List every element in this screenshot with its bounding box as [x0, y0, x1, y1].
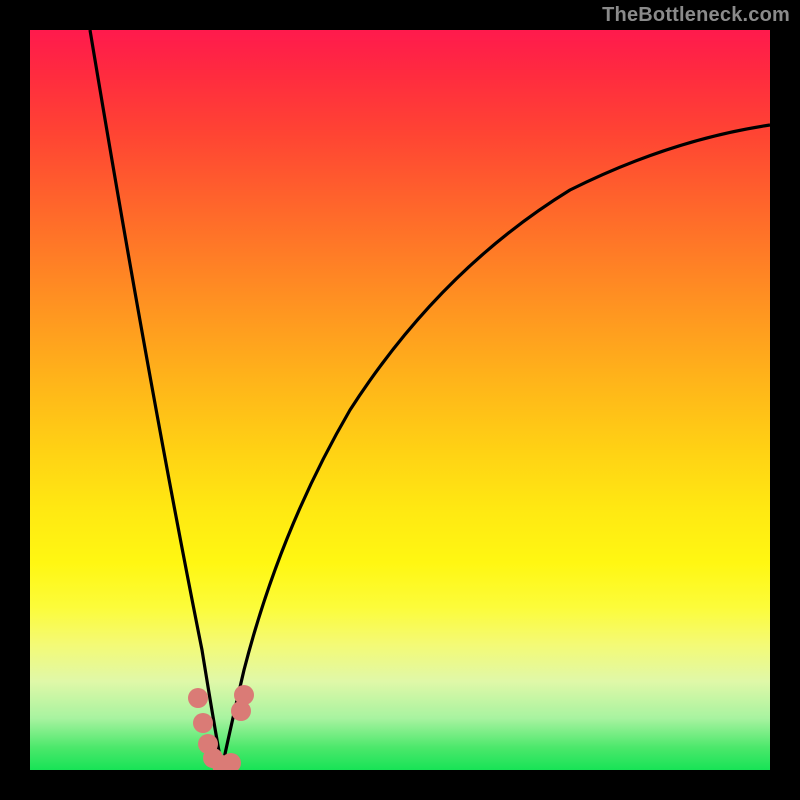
curve-right-branch — [222, 125, 770, 768]
marker-dot — [188, 688, 208, 708]
curve-left-branch — [90, 30, 222, 768]
chart-plot-area — [30, 30, 770, 770]
marker-dot — [193, 713, 213, 733]
marker-dot — [234, 685, 254, 705]
chart-curves — [30, 30, 770, 770]
chart-frame: TheBottleneck.com — [0, 0, 800, 800]
curve-markers — [188, 685, 254, 770]
watermark-text: TheBottleneck.com — [602, 4, 790, 27]
